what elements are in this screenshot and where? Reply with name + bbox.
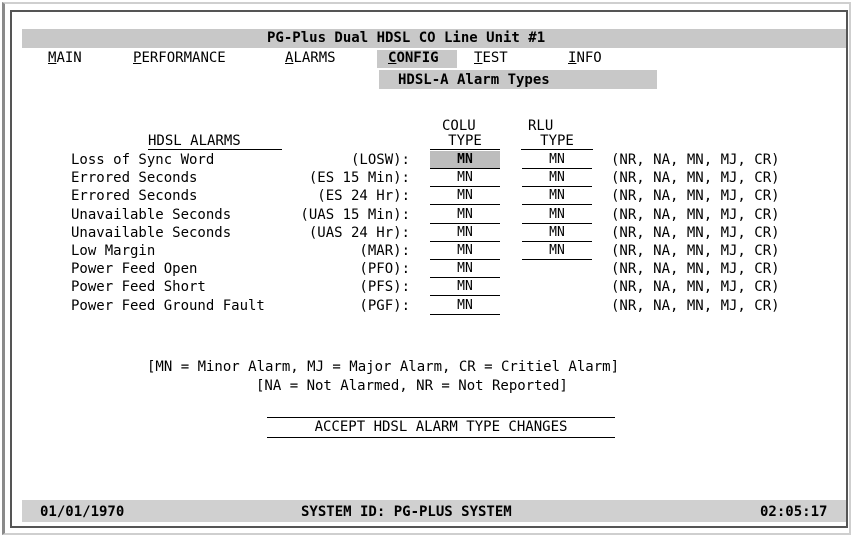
colu-type-field[interactable]: MN (430, 206, 500, 224)
colu-type-field[interactable]: MN (430, 278, 500, 297)
alarm-options: (NR, NA, MN, MJ, CR) (611, 279, 780, 296)
page-subtitle: HDSL-A Alarm Types (398, 72, 550, 88)
legend-line-1: [MN = Minor Alarm, MJ = Major Alarm, CR … (147, 359, 620, 375)
rlu-type-field[interactable]: MN (522, 169, 592, 188)
colu-type-field[interactable]: MN (430, 242, 500, 260)
alarm-options: (NR, NA, MN, MJ, CR) (611, 224, 780, 241)
alarm-options: (NR, NA, MN, MJ, CR) (611, 297, 780, 314)
colu-type-field[interactable]: MN (430, 169, 500, 188)
colu-header-line1: COLU (442, 118, 476, 134)
legend-line-2: [NA = Not Alarmed, NR = Not Reported] (256, 378, 568, 394)
alarm-code: (UAS 24 Hr): (308, 224, 410, 241)
colu-type-field[interactable]: MN (430, 187, 500, 206)
alarm-code: (PGF): (359, 297, 410, 314)
rlu-type-field[interactable]: MN (522, 224, 592, 242)
rlu-type-field[interactable]: MN (522, 242, 592, 260)
alarm-label: Loss of Sync Word (71, 152, 215, 168)
menu-info[interactable]: INFO (568, 50, 602, 66)
menu-main[interactable]: MAIN (48, 50, 82, 66)
alarm-code: (PFS): (359, 279, 410, 296)
alarm-options: (NR, NA, MN, MJ, CR) (611, 188, 780, 205)
colu-header-line2: TYPE (430, 133, 500, 150)
accept-changes-button[interactable]: ACCEPT HDSL ALARM TYPE CHANGES (267, 417, 615, 438)
rlu-type-field[interactable]: MN (522, 151, 592, 169)
alarm-code: (ES 15 Min): (308, 170, 410, 187)
status-time: 02:05:17 (760, 504, 828, 520)
alarm-options: (NR, NA, MN, MJ, CR) (611, 152, 780, 168)
alarm-code: (UAS 15 Min): (300, 206, 410, 223)
alarm-code: (ES 24 Hr): (317, 188, 410, 205)
alarm-label: Power Feed Ground Fault (71, 297, 265, 314)
alarm-options: (NR, NA, MN, MJ, CR) (611, 206, 780, 223)
screen-title: PG-Plus Dual HDSL CO Line Unit #1 (267, 30, 546, 46)
menu-test[interactable]: TEST (474, 50, 508, 66)
alarm-code: (PFO): (359, 261, 410, 278)
colu-type-field[interactable]: MN (430, 224, 500, 242)
alarm-options: (NR, NA, MN, MJ, CR) (611, 243, 780, 259)
alarm-options: (NR, NA, MN, MJ, CR) (611, 170, 780, 187)
alarm-code: (LOSW): (350, 152, 410, 168)
menu-performance[interactable]: PERFORMANCE (133, 50, 226, 66)
status-date: 01/01/1970 (40, 504, 125, 520)
alarm-code: (MAR): (359, 243, 410, 259)
section-header: HDSL ALARMS (148, 133, 282, 150)
alarm-label: Errored Seconds (71, 188, 198, 205)
rlu-header-line1: RLU (528, 118, 554, 134)
alarm-label: Unavailable Seconds (71, 206, 232, 223)
colu-type-field[interactable]: MN (430, 151, 500, 169)
rlu-type-field[interactable]: MN (522, 206, 592, 224)
menu-config[interactable]: CONFIG (388, 50, 439, 66)
colu-type-field[interactable]: MN (430, 260, 500, 279)
alarm-label: Errored Seconds (71, 170, 198, 187)
alarm-label: Power Feed Short (71, 279, 206, 296)
status-system-id: SYSTEM ID: PG-PLUS SYSTEM (301, 504, 512, 520)
rlu-header-line2: TYPE (521, 133, 593, 150)
alarm-label: Low Margin (71, 243, 156, 259)
colu-type-field[interactable]: MN (430, 297, 500, 315)
rlu-type-field[interactable]: MN (522, 187, 592, 206)
menu-alarms[interactable]: ALARMS (285, 50, 336, 66)
alarm-label: Power Feed Open (71, 261, 198, 278)
alarm-options: (NR, NA, MN, MJ, CR) (611, 261, 780, 278)
alarm-label: Unavailable Seconds (71, 224, 232, 241)
